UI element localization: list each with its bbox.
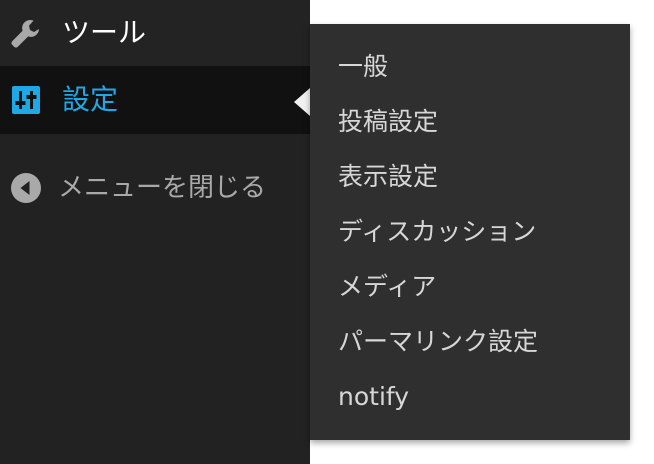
submenu-item-notify[interactable]: notify (338, 380, 538, 435)
sidebar-item-settings[interactable]: 設定 (0, 66, 310, 134)
submenu-item-permalinks[interactable]: パーマリンク設定 (338, 325, 538, 380)
submenu-item-general[interactable]: 一般 (338, 50, 538, 105)
sidebar-item-label: ツール (62, 16, 147, 49)
admin-screen: ツール 設定 メニューを閉じる 一般 投稿設定 表示設定 ディスカッション メデ… (0, 0, 654, 464)
collapse-menu-label: メニューを閉じる (58, 173, 267, 203)
current-menu-pointer (294, 88, 310, 116)
wrench-icon (8, 15, 44, 51)
submenu-item-media[interactable]: メディア (338, 270, 538, 325)
collapse-arrow-icon (8, 170, 44, 206)
sidebar-item-tools[interactable]: ツール (0, 0, 310, 66)
submenu-item-discussion[interactable]: ディスカッション (338, 215, 538, 270)
collapse-menu-button[interactable]: メニューを閉じる (0, 156, 310, 220)
sidebar-item-label: 設定 (62, 83, 119, 116)
submenu-item-reading[interactable]: 表示設定 (338, 160, 538, 215)
admin-sidebar: ツール 設定 メニューを閉じる (0, 0, 310, 464)
submenu-item-writing[interactable]: 投稿設定 (338, 105, 538, 160)
sliders-icon (8, 82, 44, 118)
settings-submenu: 一般 投稿設定 表示設定 ディスカッション メディア パーマリンク設定 noti… (310, 24, 630, 440)
